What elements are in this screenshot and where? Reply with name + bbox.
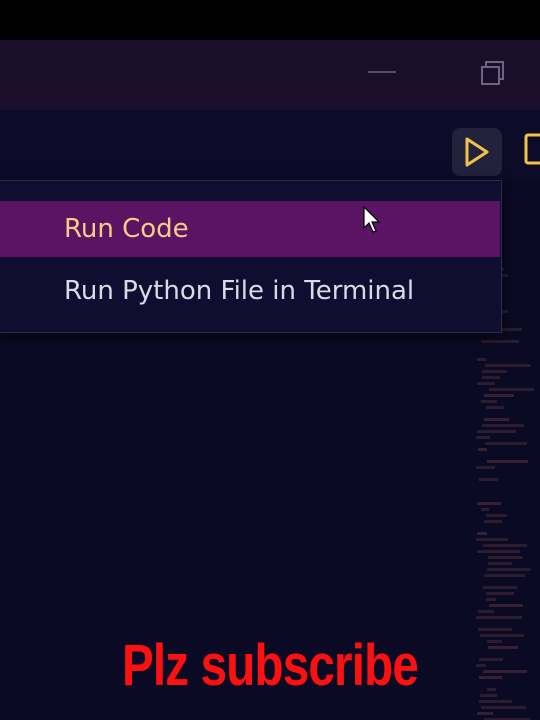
minimap-line xyxy=(477,382,495,385)
mouse-cursor-icon xyxy=(363,206,381,233)
minimap-line xyxy=(477,532,487,535)
restore-icon[interactable] xyxy=(480,60,506,86)
minimap-line xyxy=(481,340,519,343)
minimap-line xyxy=(478,610,494,613)
minimap-line xyxy=(489,604,523,607)
minimap-line xyxy=(486,406,504,409)
minimap-line xyxy=(476,616,522,619)
minimap-line xyxy=(486,592,514,595)
play-icon xyxy=(465,137,489,167)
minimap-line xyxy=(484,574,525,577)
minimap-line xyxy=(484,418,509,421)
minimap-line xyxy=(478,448,487,451)
minimap-line xyxy=(477,712,493,715)
minimap-line xyxy=(482,370,507,373)
minimap-line xyxy=(483,586,517,589)
minimap-line xyxy=(484,394,514,397)
minimap-line xyxy=(481,706,526,709)
minimap-line xyxy=(477,550,520,553)
minimize-icon[interactable] xyxy=(368,71,396,73)
minimap-line xyxy=(484,520,502,523)
minimap-line xyxy=(477,358,486,361)
subscribe-caption: Plz subscribe xyxy=(122,633,419,698)
minimap-line xyxy=(482,376,500,379)
minimap-line xyxy=(476,538,508,541)
run-button[interactable] xyxy=(452,128,502,176)
minimap-line xyxy=(481,400,497,403)
run-dropdown-menu: Run Code Run Python File in Terminal xyxy=(0,180,502,333)
letterbox xyxy=(0,0,540,40)
screen: Run Code Run Python File in Terminal Plz… xyxy=(0,0,540,720)
minimap-line xyxy=(481,508,489,511)
minimap-line xyxy=(488,646,518,649)
minimap-line xyxy=(479,478,498,481)
minimap-line xyxy=(489,388,534,391)
minimap-line xyxy=(486,514,507,517)
minimap-line xyxy=(485,364,531,367)
minimap-line xyxy=(488,562,512,565)
minimap-line xyxy=(477,502,501,505)
minimap-line xyxy=(477,430,516,433)
minimap-line xyxy=(485,442,527,445)
minimap-line xyxy=(476,466,495,469)
minimap-line xyxy=(488,556,523,559)
title-bar-controls xyxy=(0,40,540,110)
split-editor-icon[interactable] xyxy=(522,132,540,166)
menu-item-run-python-file-in-terminal[interactable]: Run Python File in Terminal xyxy=(0,263,500,319)
minimap-line xyxy=(487,568,531,571)
minimap-line xyxy=(476,436,490,439)
minimap-line xyxy=(482,424,524,427)
menu-item-run-code[interactable]: Run Code xyxy=(0,201,500,257)
minimap-line xyxy=(483,544,527,547)
minimap-line xyxy=(486,598,496,601)
minimap-line xyxy=(487,460,528,463)
